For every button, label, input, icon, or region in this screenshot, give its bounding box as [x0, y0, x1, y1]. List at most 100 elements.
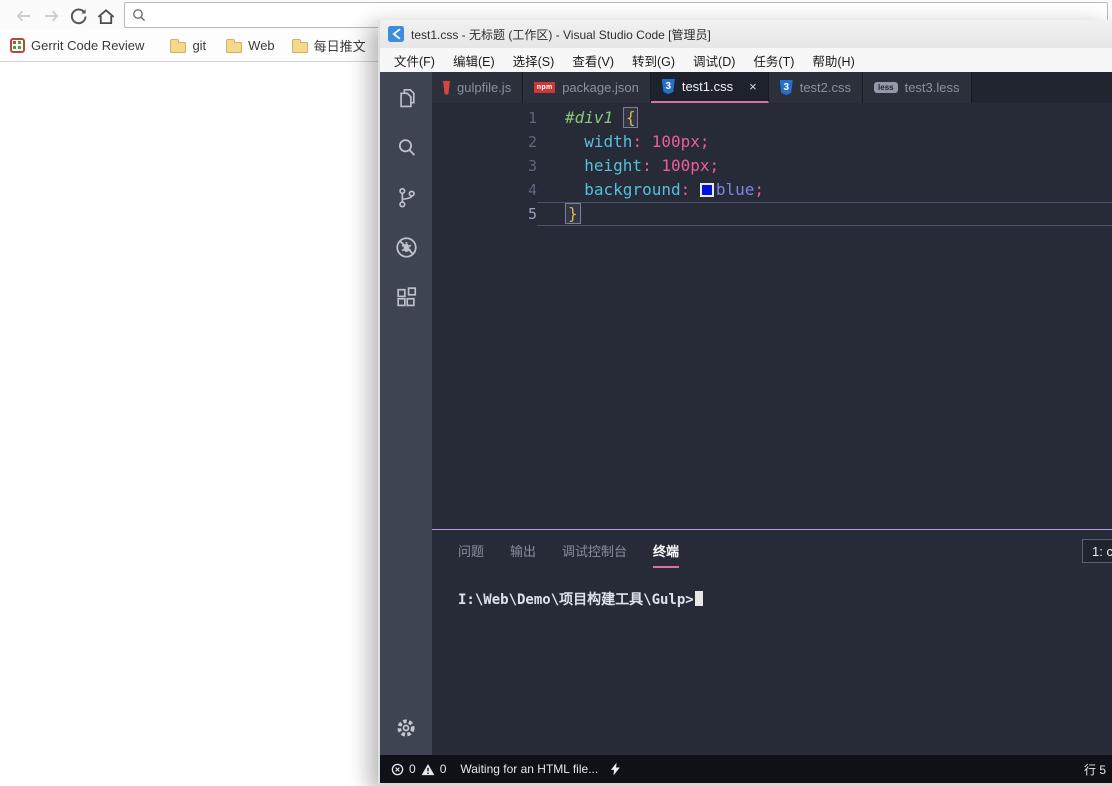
folder-icon	[291, 39, 308, 53]
bookmark-gerrit[interactable]: Gerrit Code Review	[10, 38, 144, 53]
refresh-button[interactable]	[67, 5, 89, 27]
line-number: 3	[527, 157, 537, 175]
tab-label: gulpfile.js	[457, 80, 512, 95]
live-server-status-item[interactable]: Waiting for an HTML file...	[460, 762, 621, 776]
panel-tab-debug-console[interactable]: 调试控制台	[562, 541, 627, 568]
panel-tab-problems[interactable]: 问题	[458, 541, 484, 568]
menu-selection[interactable]: 选择(S)	[504, 51, 564, 70]
bookmark-label: Gerrit Code Review	[31, 38, 145, 53]
refresh-icon	[69, 7, 88, 26]
panel-tab-output[interactable]: 输出	[510, 541, 536, 568]
source-control-icon[interactable]	[380, 172, 432, 222]
line-number: 1	[527, 109, 537, 127]
css3-file-icon: 3	[661, 79, 675, 94]
window-title: test1.css - 无标题 (工作区) - Visual Studio Co…	[411, 27, 711, 42]
code-text: background: blue;	[537, 178, 1112, 202]
forward-arrow-icon	[42, 8, 61, 24]
line-number: 2	[527, 133, 537, 151]
code-line-3[interactable]: 3 height: 100px;	[432, 154, 1112, 178]
menu-file[interactable]: 文件(F)	[385, 51, 444, 70]
bookmark-folder-git[interactable]: git	[170, 38, 206, 53]
tab-test1-css[interactable]: 3 test1.css ×	[650, 72, 769, 103]
problems-status-item[interactable]: 0 0	[391, 762, 446, 776]
warning-count: 0	[439, 762, 447, 776]
explorer-icon[interactable]	[380, 72, 432, 122]
tab-test2-css[interactable]: 3 test2.css	[768, 72, 864, 103]
code-editor[interactable]: 1 #div1 { 2 width: 100px; 3 height: 100p…	[432, 103, 1112, 529]
semicolon: ;	[709, 156, 720, 175]
close-brace: }	[565, 203, 581, 224]
warning-triangle-icon	[421, 763, 435, 776]
vscode-logo-icon	[388, 26, 404, 42]
vscode-body: gulpfile.js npm package.json 3 test1.css…	[380, 72, 1112, 755]
back-arrow-icon	[14, 8, 33, 24]
code-line-5-current[interactable]: 5 }	[432, 202, 1112, 226]
search-icon	[132, 8, 146, 22]
search-icon[interactable]	[380, 122, 432, 172]
close-tab-icon[interactable]: ×	[749, 79, 757, 94]
error-count: 0	[409, 762, 416, 776]
css-property: background	[584, 180, 681, 199]
terminal-output[interactable]: I:\Web\Demo\项目构建工具\Gulp>	[432, 568, 1112, 609]
code-text: #div1 {	[537, 106, 1112, 130]
vscode-menubar: 文件(F) 编辑(E) 选择(S) 查看(V) 转到(G) 调试(D) 任务(T…	[380, 48, 1112, 72]
debug-icon[interactable]	[380, 222, 432, 272]
menu-edit[interactable]: 编辑(E)	[444, 51, 504, 70]
code-line-4[interactable]: 4 background: blue;	[432, 178, 1112, 202]
tab-label: test2.css	[799, 80, 852, 95]
gerrit-favicon-icon	[10, 38, 25, 53]
code-text: width: 100px;	[537, 130, 1112, 154]
css-selector: #div1	[565, 108, 614, 127]
tab-label: test3.less	[904, 80, 960, 95]
semicolon: ;	[754, 180, 765, 199]
tab-bar: gulpfile.js npm package.json 3 test1.css…	[432, 72, 1112, 103]
menu-tasks[interactable]: 任务(T)	[744, 51, 803, 70]
npm-file-icon: npm	[534, 82, 556, 93]
home-button[interactable]	[95, 5, 117, 27]
css-value: 100px	[661, 156, 710, 175]
colon: :	[632, 132, 652, 151]
gulp-file-icon	[443, 80, 450, 95]
settings-gear-icon[interactable]	[380, 703, 432, 753]
panel-tab-terminal[interactable]: 终端	[653, 541, 680, 568]
status-message: Waiting for an HTML file...	[460, 762, 599, 776]
cursor-position-indicator[interactable]: 行 5	[1084, 761, 1106, 778]
menu-view[interactable]: 查看(V)	[563, 51, 623, 70]
code-line-2[interactable]: 2 width: 100px;	[432, 130, 1112, 154]
vscode-window: test1.css - 无标题 (工作区) - Visual Studio Co…	[378, 20, 1112, 786]
bookmark-folder-daily[interactable]: 每日推文	[291, 36, 366, 55]
semicolon: ;	[699, 132, 710, 151]
tab-test3-less[interactable]: less test3.less	[863, 72, 972, 103]
menu-debug[interactable]: 调试(D)	[684, 51, 744, 70]
menu-help[interactable]: 帮助(H)	[803, 51, 863, 70]
lightning-bolt-icon	[610, 762, 621, 776]
code-text: height: 100px;	[537, 154, 1112, 178]
forward-button[interactable]	[40, 5, 62, 27]
tab-gulpfile-js[interactable]: gulpfile.js	[432, 72, 524, 103]
code-line-1[interactable]: 1 #div1 {	[432, 106, 1112, 130]
terminal-selector-dropdown[interactable]: 1: cmd	[1082, 539, 1112, 563]
extensions-icon[interactable]	[380, 272, 432, 322]
tab-label: package.json	[562, 80, 639, 95]
open-brace: {	[622, 107, 639, 128]
tab-label: test1.css	[681, 79, 734, 94]
vscode-titlebar[interactable]: test1.css - 无标题 (工作区) - Visual Studio Co…	[380, 20, 1112, 48]
terminal-prompt: I:\Web\Demo\项目构建工具\Gulp>	[458, 592, 694, 608]
home-icon	[96, 7, 116, 26]
css-color-keyword: blue	[715, 180, 755, 199]
folder-icon	[226, 39, 243, 53]
editor-group: gulpfile.js npm package.json 3 test1.css…	[432, 72, 1112, 755]
less-file-icon: less	[874, 82, 898, 93]
css3-file-icon: 3	[779, 80, 793, 95]
css-property: height	[584, 156, 643, 175]
colon: :	[680, 180, 700, 199]
back-button[interactable]	[12, 5, 34, 27]
tab-package-json[interactable]: npm package.json	[523, 72, 651, 103]
bookmark-folder-web[interactable]: Web	[226, 38, 275, 53]
line-number: 5	[527, 205, 537, 223]
line-number: 4	[527, 181, 537, 199]
color-swatch[interactable]	[699, 183, 714, 197]
menu-go[interactable]: 转到(G)	[623, 51, 684, 70]
